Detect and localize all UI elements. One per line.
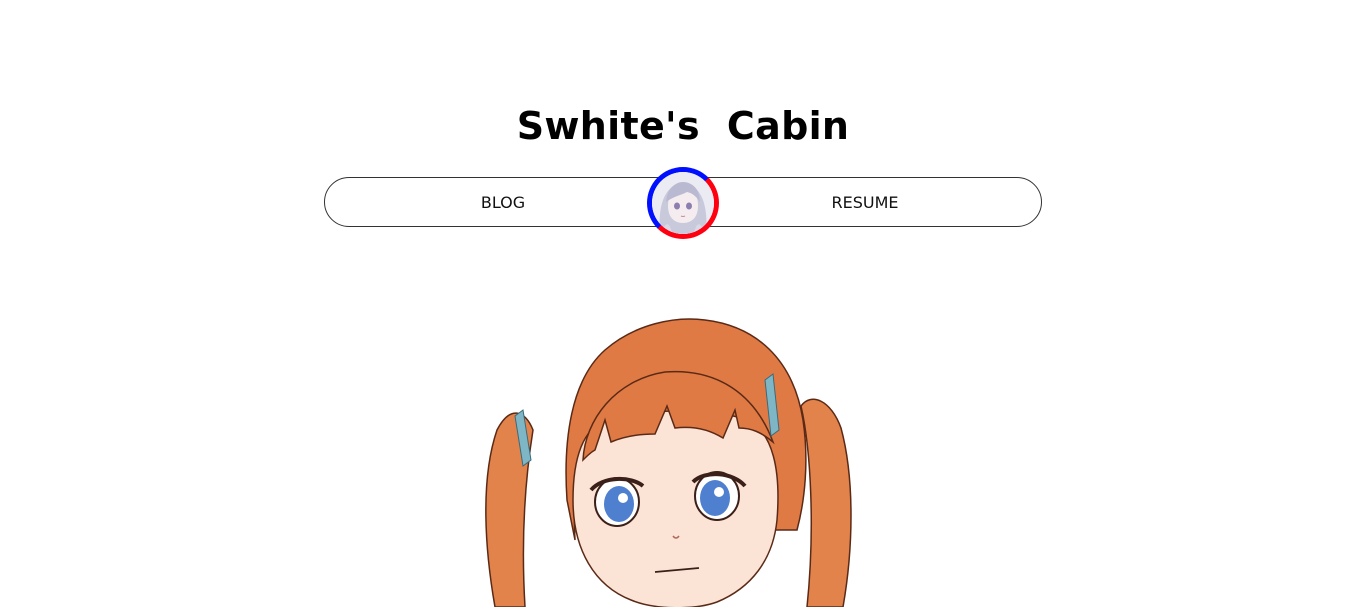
mascot-illustration — [455, 310, 885, 607]
site-title: Swhite's Cabin — [516, 104, 850, 148]
avatar-image — [652, 172, 714, 234]
nav-link-resume[interactable]: RESUME — [807, 178, 923, 226]
mascot-girl-image — [485, 318, 852, 607]
avatar-illustration — [652, 172, 714, 234]
avatar[interactable] — [632, 152, 734, 254]
page: Swhite's Cabin BLOG RESUME — [0, 0, 1366, 607]
nav-link-blog[interactable]: BLOG — [445, 178, 561, 226]
